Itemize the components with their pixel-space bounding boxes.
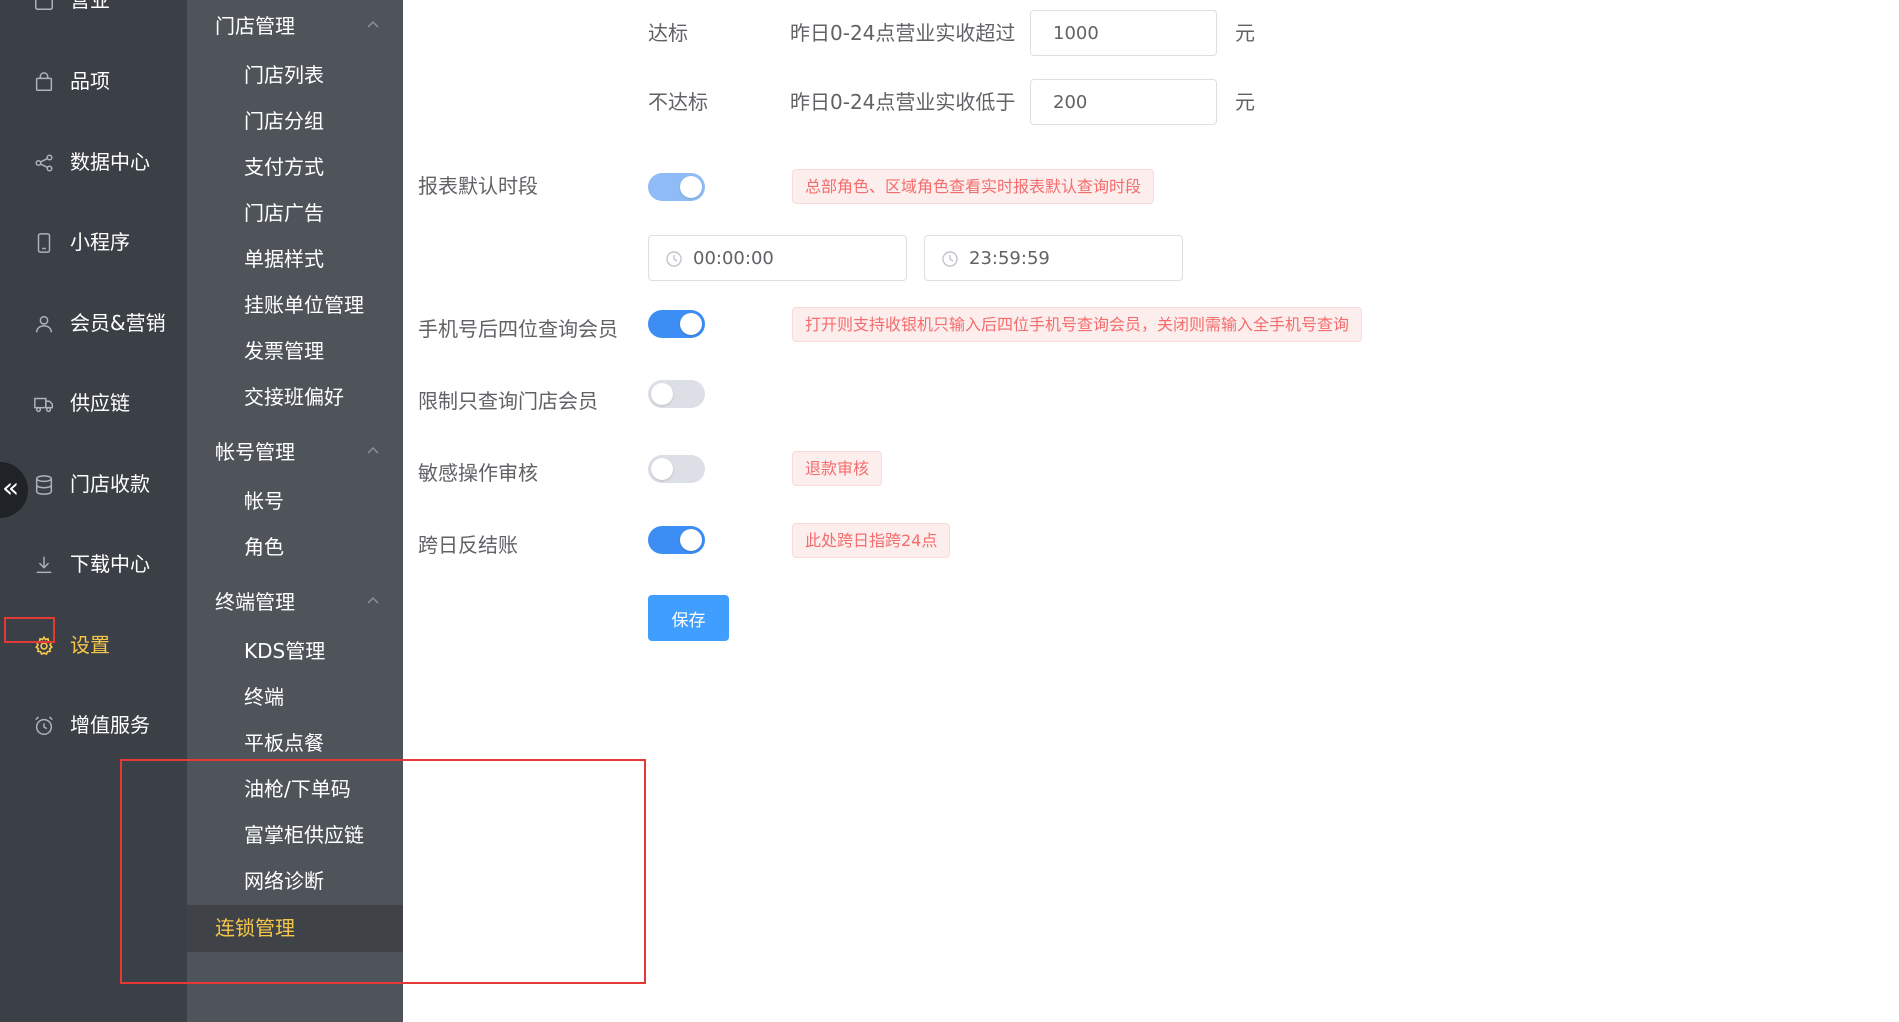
- nav-item-label: 营业: [70, 0, 110, 12]
- nav-item-settings[interactable]: 设置: [0, 625, 187, 665]
- submenu-item-store-ads[interactable]: 门店广告: [244, 199, 324, 227]
- store-member-only-switch[interactable]: [648, 380, 705, 408]
- standard-label: 达标: [648, 21, 688, 45]
- nav-item-label: 供应链: [70, 391, 130, 415]
- settings-form: 达标 昨日0-24点营业实收超过 元 不达标 昨日0-24点营业实收低于 元 报…: [403, 0, 1899, 1022]
- start-time-picker[interactable]: 00:00:00: [648, 235, 907, 281]
- truck-icon: [33, 393, 55, 415]
- submenu-item-fuel-nozzle[interactable]: 油枪/下单码: [244, 775, 351, 803]
- phone-last4-label: 手机号后四位查询会员: [418, 317, 618, 341]
- submenu-item-store-list[interactable]: 门店列表: [244, 61, 324, 89]
- clock-icon: [665, 250, 683, 268]
- bag-icon: [33, 71, 55, 93]
- nav-item-download-center[interactable]: 下载中心: [0, 544, 187, 584]
- database-icon: [33, 474, 55, 496]
- submenu-item-credit-unit[interactable]: 挂账单位管理: [244, 291, 364, 319]
- nav-item-label: 会员&营销: [70, 311, 166, 335]
- save-button[interactable]: 保存: [648, 595, 729, 641]
- download-icon: [33, 554, 55, 576]
- sensitive-audit-switch[interactable]: [648, 455, 705, 483]
- submenu-item-payment-method[interactable]: 支付方式: [244, 153, 324, 181]
- standard-desc: 昨日0-24点营业实收超过: [790, 21, 1016, 45]
- nav-item-data-center[interactable]: 数据中心: [0, 142, 187, 182]
- cross-day-hint: 此处跨日指跨24点: [792, 523, 951, 558]
- share-icon: [33, 152, 55, 174]
- substandard-label: 不达标: [648, 90, 708, 114]
- end-time-value: 23:59:59: [969, 248, 1050, 269]
- nav-item-label: 增值服务: [70, 713, 150, 737]
- submenu-item-network-diagnosis[interactable]: 网络诊断: [244, 867, 324, 895]
- phone-last4-switch[interactable]: [648, 310, 705, 338]
- substandard-unit: 元: [1235, 90, 1255, 114]
- phone-icon: [33, 232, 55, 254]
- nav-item-mini-program[interactable]: 小程序: [0, 222, 187, 262]
- nav-item-store-payment[interactable]: 门店收款: [0, 464, 187, 504]
- cross-day-switch[interactable]: [648, 526, 705, 554]
- submenu-item-invoice[interactable]: 发票管理: [244, 337, 324, 365]
- clock-icon: [941, 250, 959, 268]
- end-time-picker[interactable]: 23:59:59: [924, 235, 1183, 281]
- double-chevron-left-icon: «: [2, 471, 20, 504]
- nav-item-business[interactable]: 营业: [0, 0, 187, 20]
- user-icon: [33, 313, 55, 335]
- nav-item-label: 设置: [70, 633, 110, 657]
- settings-submenu: 门店管理 门店列表 门店分组 支付方式 门店广告 单据样式 挂账单位管理 发票管…: [187, 0, 403, 1022]
- submenu-item-receipt-style[interactable]: 单据样式: [244, 245, 324, 273]
- submenu-item-store-group[interactable]: 门店分组: [244, 107, 324, 135]
- sensitive-audit-label: 敏感操作审核: [418, 461, 538, 485]
- nav-item-supply-chain[interactable]: 供应链: [0, 383, 187, 423]
- store-member-only-label: 限制只查询门店会员: [418, 389, 598, 413]
- phone-last4-hint: 打开则支持收银机只输入后四位手机号查询会员，关闭则需输入全手机号查询: [792, 307, 1363, 342]
- submenu-item-tablet-ordering[interactable]: 平板点餐: [244, 729, 324, 757]
- nav-item-label: 门店收款: [70, 472, 150, 496]
- substandard-amount-input[interactable]: [1030, 79, 1217, 125]
- submenu-item-chain-management[interactable]: 连锁管理: [187, 905, 403, 952]
- submenu-group-account-management[interactable]: 帐号管理: [215, 438, 295, 466]
- nav-item-member-marketing[interactable]: 会员&营销: [0, 303, 187, 343]
- submenu-item-terminal[interactable]: 终端: [244, 683, 284, 711]
- standard-amount-input[interactable]: [1030, 10, 1217, 56]
- nav-item-label: 下载中心: [70, 552, 150, 576]
- standard-unit: 元: [1235, 21, 1255, 45]
- start-time-value: 00:00:00: [693, 248, 774, 269]
- cross-day-label: 跨日反结账: [418, 533, 518, 557]
- sensitive-audit-hint: 退款审核: [792, 451, 883, 486]
- calendar-icon: [33, 0, 55, 12]
- submenu-item-shift-preference[interactable]: 交接班偏好: [244, 383, 344, 411]
- report-period-hint: 总部角色、区域角色查看实时报表默认查询时段: [792, 169, 1155, 204]
- report-period-label: 报表默认时段: [418, 174, 538, 198]
- chevron-up-icon[interactable]: [365, 443, 381, 459]
- report-period-switch[interactable]: [648, 173, 705, 201]
- submenu-group-terminal-management[interactable]: 终端管理: [215, 588, 295, 616]
- substandard-desc: 昨日0-24点营业实收低于: [790, 90, 1016, 114]
- nav-item-products[interactable]: 品项: [0, 61, 187, 101]
- submenu-item-label: 连锁管理: [215, 916, 295, 940]
- chevron-up-icon[interactable]: [365, 17, 381, 33]
- submenu-group-store-management[interactable]: 门店管理: [215, 12, 295, 40]
- nav-item-label: 品项: [70, 69, 110, 93]
- alarm-icon: [33, 715, 55, 737]
- submenu-item-kds[interactable]: KDS管理: [244, 637, 325, 665]
- submenu-item-fzg-supply-chain[interactable]: 富掌柜供应链: [244, 821, 364, 849]
- submenu-item-role[interactable]: 角色: [244, 533, 284, 561]
- nav-item-value-added[interactable]: 增值服务: [0, 705, 187, 745]
- nav-item-label: 小程序: [70, 230, 130, 254]
- chevron-up-icon[interactable]: [365, 593, 381, 609]
- submenu-item-account[interactable]: 帐号: [244, 487, 284, 515]
- gear-icon: [33, 635, 55, 657]
- nav-item-label: 数据中心: [70, 150, 150, 174]
- primary-nav: 营业 品项 数据中心 小程序 会员&营销 供应链 门店收款 下载中心 设置 增值…: [0, 0, 187, 1022]
